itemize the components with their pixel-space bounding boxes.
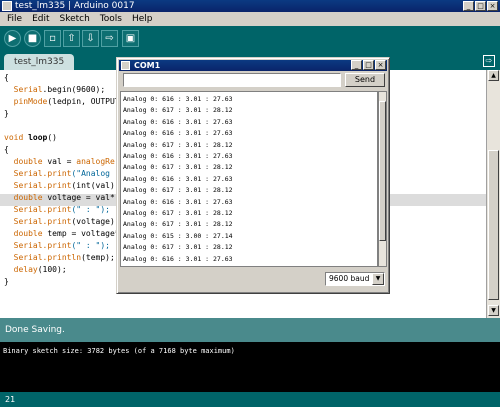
scroll-up-icon[interactable]: ▲ [488, 70, 499, 81]
serial-minimize-button[interactable]: _ [351, 60, 362, 70]
serial-monitor-button[interactable]: ▣ [122, 30, 139, 47]
serial-window-icon [121, 61, 130, 70]
code-line: double voltage = val* [13, 193, 115, 202]
code-line: Serial.print(int(val) [13, 181, 115, 190]
tab-menu-icon[interactable]: ⇨ [483, 55, 495, 67]
code-line: double val = analogRe [13, 157, 115, 166]
toolbar: ▶ ■ ▫ ⇧ ⇩ ⇨ ▣ [0, 26, 500, 52]
line-number: 21 [5, 395, 16, 404]
serial-output-line: Analog 0: 617 : 3.01 : 28.12 [123, 220, 233, 229]
minimize-button[interactable]: _ [463, 1, 474, 11]
window-title: test_lm335 | Arduino 0017 [15, 1, 135, 11]
code-line: delay(100); [13, 265, 67, 274]
status-bar: Done Saving. [0, 318, 500, 342]
code-line: Serial.print(voltage) [13, 217, 115, 226]
code-line: } [4, 109, 9, 118]
serial-window-controls: _ □ × [351, 60, 386, 70]
serial-output-line: Analog 0: 616 : 3.01 : 27.63 [123, 117, 233, 126]
editor-scroll-thumb[interactable] [488, 150, 499, 300]
serial-output-line: Analog 0: 616 : 3.01 : 27.63 [123, 254, 233, 263]
console-output[interactable]: Binary sketch size: 3782 bytes (of a 716… [0, 342, 500, 392]
serial-send-input[interactable] [123, 73, 341, 87]
serial-output-line: Analog 0: 617 : 3.01 : 28.12 [123, 186, 233, 195]
serial-output-line: Analog 0: 617 : 3.01 : 28.12 [123, 163, 233, 172]
maximize-button[interactable]: □ [475, 1, 486, 11]
window-controls: _ □ × [463, 1, 498, 11]
serial-close-button[interactable]: × [375, 60, 386, 70]
serial-output-line: Analog 0: 617 : 3.01 : 28.12 [123, 209, 233, 217]
new-button[interactable]: ▫ [44, 30, 61, 47]
tab-test-lm335[interactable]: test_lm335 [4, 54, 75, 70]
stop-button[interactable]: ■ [24, 30, 41, 47]
baud-rate-select[interactable]: 9600 baud ▼ [325, 272, 385, 286]
code-line: Serial.print(" : "); [13, 241, 110, 250]
serial-output-line: Analog 0: 617 : 3.01 : 28.12 [123, 243, 233, 252]
serial-output-line: Analog 0: 616 : 3.01 : 27.63 [123, 174, 233, 183]
code-line: { [4, 145, 9, 154]
window-titlebar[interactable]: test_lm335 | Arduino 0017 _ □ × [0, 0, 500, 12]
menu-sketch[interactable]: Sketch [55, 12, 95, 26]
save-button[interactable]: ⇩ [82, 30, 99, 47]
serial-monitor-title: COM1 [134, 61, 161, 70]
menubar: File Edit Sketch Tools Help [0, 12, 500, 26]
serial-monitor-window: COM1 _ □ × Send Analog 0: 616 : 3.01 : 2… [116, 57, 390, 294]
code-line: void loop() [4, 133, 57, 142]
code-line: pinMode(ledpin, OUTPUT [13, 97, 120, 106]
menu-tools[interactable]: Tools [95, 12, 127, 26]
serial-scroll-thumb[interactable] [379, 101, 386, 241]
open-button[interactable]: ⇧ [63, 30, 80, 47]
code-line: } [4, 277, 9, 286]
menu-help[interactable]: Help [127, 12, 158, 26]
serial-output-line: Analog 0: 616 : 3.01 : 27.63 [123, 95, 233, 103]
serial-output-line: Analog 0: 616 : 3.01 : 27.63 [123, 129, 233, 138]
serial-output-line: Analog 0: 616 : 3.01 : 27.63 [123, 197, 233, 206]
serial-monitor-titlebar[interactable]: COM1 _ □ × [119, 60, 387, 71]
code-line: double temp = voltage* [13, 229, 120, 238]
verify-button[interactable]: ▶ [4, 30, 21, 47]
console-message: Binary sketch size: 3782 bytes (of a 716… [3, 347, 235, 355]
scroll-down-icon[interactable]: ▼ [488, 305, 499, 316]
send-button[interactable]: Send [345, 73, 385, 87]
menu-file[interactable]: File [2, 12, 27, 26]
baud-rate-value: 9600 baud [329, 274, 370, 283]
serial-output-line: Analog 0: 617 : 3.01 : 28.12 [123, 140, 233, 149]
serial-maximize-button[interactable]: □ [363, 60, 374, 70]
status-message: Done Saving. [5, 325, 65, 335]
code-line: Serial.begin(9600); [13, 85, 106, 94]
code-line: { [4, 73, 9, 82]
serial-output-line: Analog 0: 617 : 3.01 : 28.12 [123, 106, 233, 115]
code-line: Serial.print("Analog [13, 169, 115, 178]
arduino-app-icon [2, 1, 12, 11]
serial-output-line: Analog 0: 615 : 3.00 : 27.14 [123, 231, 233, 240]
serial-output-scrollbar[interactable] [378, 91, 387, 267]
code-line: Serial.print(" : "); [13, 205, 110, 214]
code-line: Serial.println(temp); [13, 253, 115, 262]
editor-scrollbar[interactable]: ▲ ▼ [486, 70, 500, 318]
chevron-down-icon[interactable]: ▼ [372, 273, 384, 285]
upload-button[interactable]: ⇨ [101, 30, 118, 47]
serial-output-line: Analog 0: 616 : 3.01 : 27.63 [123, 152, 233, 160]
menu-edit[interactable]: Edit [27, 12, 54, 26]
serial-output[interactable]: Analog 0: 616 : 3.01 : 27.63 Analog 0: 61… [120, 91, 378, 267]
close-button[interactable]: × [487, 1, 498, 11]
footer-bar: 21 [0, 392, 500, 407]
